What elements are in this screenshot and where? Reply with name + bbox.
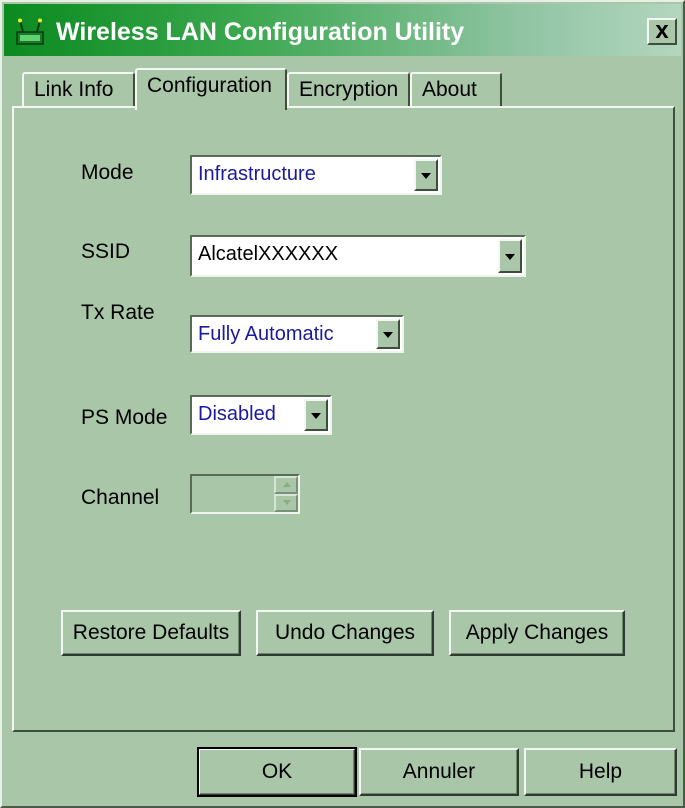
ssid-value: AlcatelXXXXXX xyxy=(198,243,339,265)
mode-value: Infrastructure xyxy=(198,163,316,185)
configuration-panel: Mode Infrastructure SSID AlcatelXXXXXX T… xyxy=(12,106,675,732)
tab-about[interactable]: About xyxy=(410,72,502,108)
help-button[interactable]: Help xyxy=(524,748,677,796)
chevron-down-icon xyxy=(383,332,393,338)
ssid-dropdown-button[interactable] xyxy=(498,239,522,273)
wireless-app-icon xyxy=(16,18,44,45)
arrow-up-icon xyxy=(283,482,291,487)
ps-mode-value: Disabled xyxy=(198,403,276,425)
ssid-combobox[interactable]: AlcatelXXXXXX xyxy=(190,235,526,277)
close-icon: x xyxy=(655,17,669,44)
help-label: Help xyxy=(578,760,623,783)
tx-rate-dropdown-button[interactable] xyxy=(376,319,400,349)
channel-spinbox xyxy=(190,474,300,514)
chevron-down-icon xyxy=(311,413,321,419)
channel-spin-buttons xyxy=(274,476,298,512)
window-title: Wireless LAN Configuration Utility xyxy=(56,18,465,46)
tab-label: Link Info xyxy=(34,78,114,101)
ps-mode-select[interactable]: Disabled xyxy=(190,395,332,435)
title-bar[interactable]: Wireless LAN Configuration Utility x xyxy=(4,4,681,56)
spin-down-button xyxy=(274,494,298,512)
mode-label: Mode xyxy=(81,161,134,184)
ps-mode-label: PS Mode xyxy=(81,406,168,429)
undo-changes-label: Undo Changes xyxy=(274,621,416,644)
tab-configuration[interactable]: Configuration xyxy=(135,68,287,110)
channel-label: Channel xyxy=(81,486,160,509)
tab-label: Configuration xyxy=(147,74,272,97)
ssid-label: SSID xyxy=(81,240,131,263)
ok-button[interactable]: OK xyxy=(197,747,357,797)
undo-changes-button[interactable]: Undo Changes xyxy=(256,610,434,656)
tab-label: About xyxy=(422,78,477,101)
config-dialog: Wireless LAN Configuration Utility x Lin… xyxy=(0,0,685,808)
tx-rate-select[interactable]: Fully Automatic xyxy=(190,315,404,353)
close-button[interactable]: x xyxy=(647,18,677,45)
cancel-button[interactable]: Annuler xyxy=(359,748,519,796)
tab-label: Encryption xyxy=(299,78,399,101)
ps-mode-dropdown-button[interactable] xyxy=(304,399,328,431)
apply-changes-button[interactable]: Apply Changes xyxy=(449,610,625,656)
tx-rate-value: Fully Automatic xyxy=(198,323,334,345)
spin-up-button xyxy=(274,476,298,494)
ok-label: OK xyxy=(261,760,293,783)
cancel-label: Annuler xyxy=(402,760,476,783)
tab-link-info[interactable]: Link Info xyxy=(22,72,135,108)
arrow-down-icon xyxy=(283,500,291,505)
chevron-down-icon xyxy=(505,254,515,260)
tab-encryption[interactable]: Encryption xyxy=(287,72,410,108)
restore-defaults-button[interactable]: Restore Defaults xyxy=(61,610,241,656)
apply-changes-label: Apply Changes xyxy=(465,621,609,644)
mode-select[interactable]: Infrastructure xyxy=(190,155,442,195)
mode-dropdown-button[interactable] xyxy=(414,159,438,191)
chevron-down-icon xyxy=(421,173,431,179)
restore-defaults-label: Restore Defaults xyxy=(72,621,230,644)
tx-rate-label: Tx Rate xyxy=(81,301,155,324)
